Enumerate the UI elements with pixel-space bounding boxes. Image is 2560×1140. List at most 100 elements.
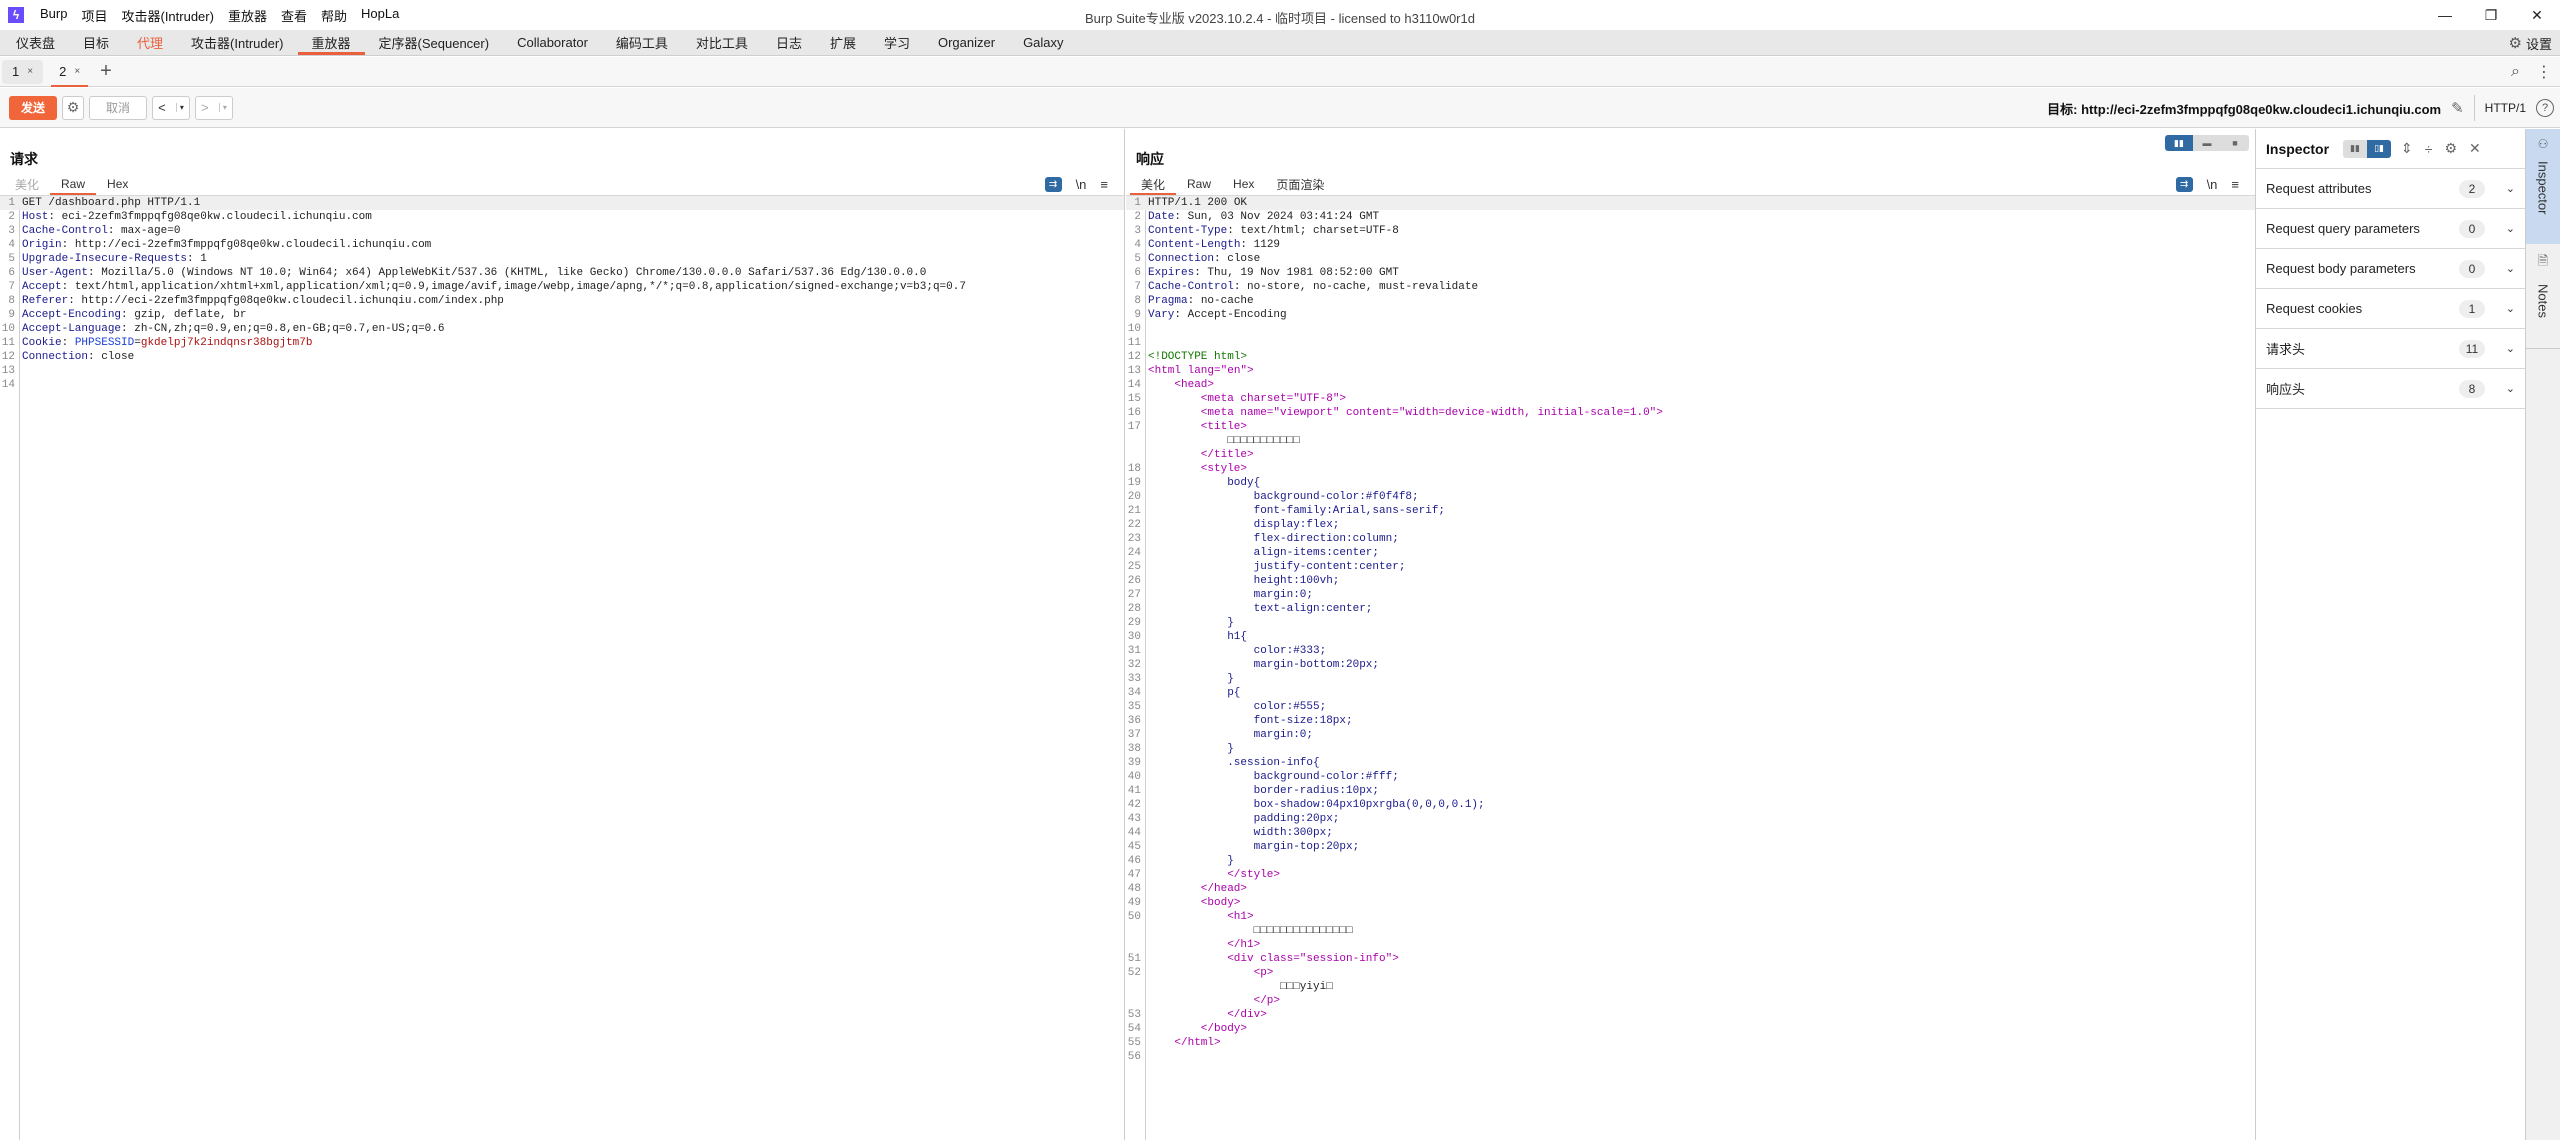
repeater-tab[interactable]: 1 × — [2, 59, 44, 84]
word-wrap-icon[interactable]: ⇉ — [1044, 176, 1062, 192]
help-icon[interactable]: ? — [2536, 99, 2554, 117]
nav-tab[interactable]: Organizer — [924, 29, 1009, 55]
word-wrap-icon[interactable]: ⇉ — [2175, 176, 2193, 192]
code-line: 18 <style> — [1126, 462, 2255, 476]
nav-tab[interactable]: Collaborator — [503, 29, 602, 55]
nav-tab[interactable]: 扩展 — [816, 29, 870, 55]
expand-all-icon[interactable]: ⇕ — [2401, 140, 2413, 157]
inspector-section[interactable]: 请求头 11 ⌄ — [2256, 329, 2525, 369]
view-tab[interactable]: Raw — [1176, 173, 1222, 195]
repeater-tab[interactable]: 2 × — [49, 59, 91, 87]
settings-button[interactable]: ⚙ 设置 — [2509, 30, 2552, 56]
line-text: border-radius:10px; — [1253, 785, 1380, 797]
newline-toggle[interactable]: \n — [1076, 177, 1087, 192]
gear-icon[interactable]: ⚙ — [2444, 140, 2457, 157]
search-icon[interactable]: ⌕ — [2511, 63, 2520, 81]
collapse-all-icon[interactable]: ÷ — [2425, 141, 2433, 157]
nav-tab[interactable]: 对比工具 — [682, 29, 762, 55]
response-editor[interactable]: 1 HTTP/1.1 200 OK 2 Date: Sun, 03 Nov 2024 … — [1126, 196, 2255, 1140]
line-number: 14 — [1127, 379, 1141, 391]
inspector-section[interactable]: Request cookies 1 ⌄ — [2256, 289, 2525, 329]
sidebar-tab-inspector[interactable]: ⚇ Inspector — [2526, 129, 2560, 244]
close-tab-icon[interactable]: × — [27, 66, 33, 77]
chevron-down-icon[interactable]: ⌄ — [2506, 182, 2515, 195]
menu-item[interactable]: 帮助 — [321, 6, 347, 25]
code-line: 8 Pragma: no-cache — [1126, 294, 2255, 308]
menu-item[interactable]: 重放器 — [228, 6, 267, 25]
line-content: justify-content:center; — [1144, 560, 1406, 574]
nav-tab[interactable]: 代理 — [123, 29, 177, 55]
menu-item[interactable]: Burp — [40, 6, 67, 25]
inspector-section[interactable]: Request query parameters 0 ⌄ — [2256, 209, 2525, 249]
chevron-down-icon[interactable]: ⌄ — [2506, 262, 2515, 275]
editor-menu-icon[interactable]: ≡ — [2231, 177, 2239, 192]
nav-tab[interactable]: Galaxy — [1009, 29, 1077, 55]
nav-tab[interactable]: 学习 — [870, 29, 924, 55]
line-number: 36 — [1127, 715, 1141, 727]
history-forward-button[interactable]: > ▾ — [195, 95, 233, 120]
line-content: <p> — [1144, 966, 1274, 980]
line-content: Cache-Control: max-age=0 — [22, 225, 181, 237]
inspector-layout-toggle[interactable]: ▮▮ ▯▮ — [2343, 139, 2392, 158]
sidebar-tab-notes[interactable]: 🗎 Notes — [2526, 244, 2560, 349]
close-window-button[interactable]: ✕ — [2514, 0, 2560, 30]
cancel-button[interactable]: 取消 — [89, 95, 147, 120]
http-version-button[interactable]: HTTP/1 — [2485, 101, 2526, 115]
view-tab[interactable]: Hex — [96, 173, 139, 195]
view-tab[interactable]: 页面渲染 — [1265, 173, 1335, 195]
chevron-down-icon[interactable]: ⌄ — [2506, 342, 2515, 355]
inspector-panel: Inspector ▮▮ ▯▮ ⇕ ÷ ⚙ ✕ Request attribut… — [2255, 129, 2525, 1140]
dropdown-icon[interactable]: ▾ — [175, 103, 184, 112]
line-number: 41 — [1127, 785, 1141, 797]
nav-tab[interactable]: 仪表盘 — [2, 29, 69, 55]
line-number: 27 — [1127, 589, 1141, 601]
layout-left-icon[interactable]: ▮▮ — [2343, 139, 2368, 158]
dropdown-icon[interactable]: ▾ — [218, 103, 227, 112]
request-editor[interactable]: 1 GET /dashboard.php HTTP/1.1 2 Host: eci-2… — [0, 196, 1124, 1140]
menu-item[interactable]: 查看 — [281, 6, 307, 25]
newline-toggle[interactable]: \n — [2207, 177, 2218, 192]
restore-button[interactable]: ❐ — [2468, 0, 2514, 30]
line-number: 8 — [1134, 295, 1141, 307]
menu-item[interactable]: 项目 — [81, 6, 107, 25]
inspector-section[interactable]: 响应头 8 ⌄ — [2256, 369, 2525, 409]
inspector-section[interactable]: Request attributes 2 ⌄ — [2256, 169, 2525, 209]
view-tab[interactable]: Hex — [1222, 173, 1265, 195]
split-horizontal-icon[interactable]: ▮▮ — [2165, 135, 2193, 151]
split-vertical-icon[interactable]: ▬ — [2193, 135, 2221, 151]
close-icon[interactable]: ✕ — [2469, 140, 2481, 157]
edit-target-icon[interactable]: ✎ — [2451, 99, 2464, 117]
nav-tab[interactable]: 目标 — [69, 29, 123, 55]
line-number: 20 — [1127, 491, 1141, 503]
nav-tab[interactable]: 编码工具 — [602, 29, 682, 55]
line-content: Connection: close — [22, 351, 135, 363]
inspector-section[interactable]: Request body parameters 0 ⌄ — [2256, 249, 2525, 289]
view-tab[interactable]: Raw — [50, 173, 97, 196]
chevron-down-icon[interactable]: ⌄ — [2506, 222, 2515, 235]
editor-menu-icon[interactable]: ≡ — [1100, 177, 1108, 192]
count-badge: 0 — [2459, 259, 2485, 278]
nav-tab[interactable]: 定序器(Sequencer) — [365, 29, 504, 55]
menu-item[interactable]: HopLa — [361, 6, 399, 25]
history-back-button[interactable]: < ▾ — [152, 95, 190, 120]
send-settings-button[interactable]: ⚙ — [62, 95, 84, 120]
header-name: Accept-Encoding — [22, 309, 122, 321]
line-content: Accept-Encoding: gzip, deflate, br — [22, 309, 247, 321]
tabs-layout-icon[interactable]: ■ — [2221, 135, 2249, 151]
layout-right-icon[interactable]: ▯▮ — [2367, 139, 2392, 158]
nav-tab[interactable]: 攻击器(Intruder) — [177, 29, 297, 55]
close-tab-icon[interactable]: × — [74, 66, 80, 77]
send-button[interactable]: 发送 — [9, 95, 57, 120]
add-tab-button[interactable]: + — [100, 60, 112, 83]
repeater-tabs: 1 × 2 × + ⌕ ⋮ — [0, 57, 2560, 87]
minimize-button[interactable]: — — [2422, 0, 2468, 30]
line-text: margin:0; — [1253, 729, 1314, 741]
nav-tab[interactable]: 重放器 — [297, 29, 365, 55]
more-options-icon[interactable]: ⋮ — [2536, 62, 2552, 82]
chevron-down-icon[interactable]: ⌄ — [2506, 302, 2515, 315]
menu-item[interactable]: 攻击器(Intruder) — [121, 6, 213, 25]
view-tab[interactable]: 美化 — [1130, 173, 1177, 196]
chevron-down-icon[interactable]: ⌄ — [2506, 382, 2515, 395]
layout-toggle[interactable]: ▮▮ ▬ ■ — [2165, 135, 2249, 151]
nav-tab[interactable]: 日志 — [762, 29, 816, 55]
